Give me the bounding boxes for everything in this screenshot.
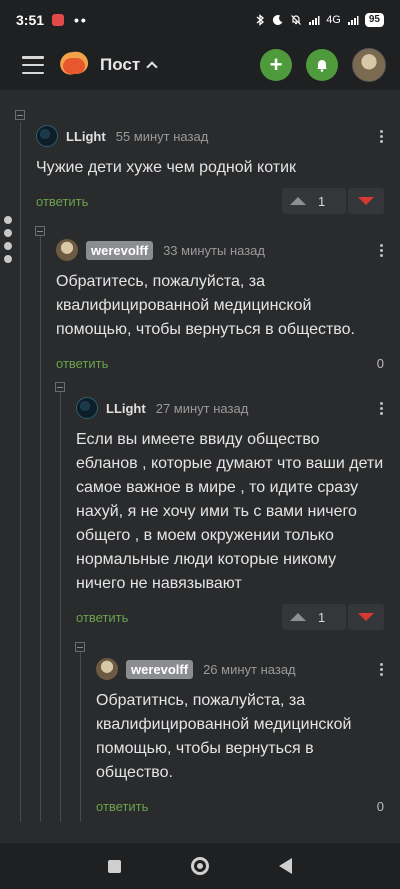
thread-line-3 [60, 388, 61, 822]
app-header: Пост + [0, 40, 400, 90]
kebab-icon[interactable] [380, 661, 384, 678]
downvote-icon [358, 613, 374, 621]
thread-nav-dots[interactable] [4, 216, 12, 268]
comment-text: Если вы имеете ввиду общество ебланов , … [76, 431, 384, 592]
moon-icon [273, 15, 283, 26]
page-title[interactable]: Пост [100, 55, 140, 75]
vote-count: 1 [318, 609, 326, 625]
avatar[interactable] [96, 658, 118, 680]
upvote-icon [290, 197, 306, 205]
status-right: 4G 95 [254, 13, 384, 27]
plus-icon: + [269, 52, 283, 77]
comment-author[interactable]: LLight [106, 401, 146, 416]
bell-icon [317, 60, 327, 72]
comment-text: Чужие дети хуже чем родной котик [36, 159, 297, 176]
recents-icon[interactable] [108, 859, 121, 873]
upvote-button[interactable]: 1 [282, 604, 346, 630]
hamburger-icon[interactable] [22, 56, 44, 74]
downvote-icon [358, 197, 374, 205]
upvote-button[interactable]: 1 [282, 188, 346, 214]
comment-3: LLight 27 минут назад Если вы имеете вви… [76, 396, 384, 630]
user-avatar[interactable] [352, 48, 386, 82]
kebab-icon[interactable] [380, 242, 384, 259]
downvote-button[interactable] [348, 604, 384, 630]
battery-indicator: 95 [364, 13, 384, 27]
comment-author[interactable]: werevolff [126, 659, 194, 679]
vote-count: 0 [376, 798, 384, 814]
reply-button[interactable]: ответить [96, 799, 148, 814]
system-nav-bar [0, 843, 400, 889]
notifications-button[interactable] [306, 49, 338, 81]
signal-icon [309, 16, 320, 25]
upvote-icon [290, 613, 306, 621]
kebab-icon[interactable] [380, 400, 384, 417]
comment-time[interactable]: 33 минуты назад [163, 243, 265, 258]
kebab-icon[interactable] [380, 128, 384, 145]
status-dots: •• [74, 12, 88, 28]
status-bar: 3:51 •• 4G 95 [0, 0, 400, 40]
avatar[interactable] [36, 125, 58, 147]
comment-2: werevolff 33 минуты назад Обратитесь, по… [56, 238, 384, 376]
collapse-toggle-4[interactable] [75, 642, 85, 652]
comment-1: LLight 55 минут назад Чужие дети хуже че… [36, 124, 384, 214]
collapse-toggle-1[interactable] [15, 110, 25, 120]
comment-author[interactable]: werevolff [86, 240, 154, 260]
add-post-button[interactable]: + [260, 49, 292, 81]
thread-line-4 [80, 648, 81, 822]
logo-icon[interactable] [58, 50, 90, 78]
comment-text: Обратитнсь, пожалуйста, за квалифицирова… [96, 692, 352, 781]
chevron-up-icon[interactable] [146, 61, 158, 73]
bluetooth-icon [256, 14, 265, 26]
collapse-toggle-2[interactable] [35, 226, 45, 236]
collapse-toggle-3[interactable] [55, 382, 65, 392]
vote-count: 0 [376, 355, 384, 371]
notification-app-icon [52, 14, 65, 26]
vote-count: 1 [318, 193, 326, 209]
thread-line-2 [40, 232, 41, 822]
network-type: 4G [326, 14, 341, 26]
mute-bell-icon [291, 15, 302, 25]
home-icon[interactable] [191, 857, 209, 875]
signal-icon-2 [347, 16, 359, 25]
avatar[interactable] [76, 397, 98, 419]
reply-button[interactable]: ответить [36, 194, 88, 209]
downvote-button[interactable] [348, 188, 384, 214]
comment-time[interactable]: 27 минут назад [156, 401, 249, 416]
status-time: 3:51 [16, 12, 45, 28]
comment-time[interactable]: 26 минут назад [203, 662, 296, 677]
comment-author[interactable]: LLight [66, 129, 106, 144]
back-icon[interactable] [279, 858, 292, 874]
comment-time[interactable]: 55 минут назад [116, 129, 209, 144]
avatar[interactable] [56, 239, 78, 261]
reply-button[interactable]: ответить [56, 356, 108, 371]
comment-4: werevolff 26 минут назад Обратитнсь, пож… [96, 657, 384, 819]
reply-button[interactable]: ответить [76, 610, 128, 625]
comment-text: Обратитесь, пожалуйста, за квалифицирова… [56, 273, 355, 338]
thread-line-1 [20, 122, 21, 822]
